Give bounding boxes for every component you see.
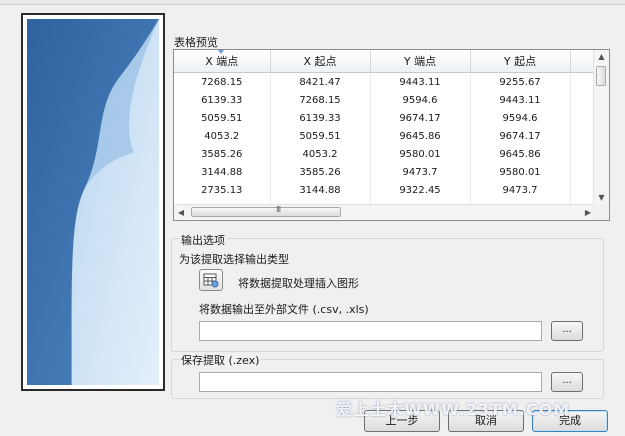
save-extract-browse-button[interactable]: ... [551, 372, 583, 392]
table-cell-spacer [570, 145, 595, 163]
table-cell: 9674.17 [470, 127, 571, 145]
wizard-side-panel [21, 13, 165, 391]
table-cell: 9443.11 [370, 72, 471, 91]
scroll-grip-icon: III [276, 205, 281, 214]
column-header[interactable]: Y 端点 [370, 50, 471, 73]
table-cell: 9580.01 [370, 145, 471, 163]
table-cell-spacer [570, 109, 595, 127]
export-path-field[interactable] [199, 321, 542, 341]
table-cell-spacer [570, 72, 595, 91]
export-browse-button[interactable]: ... [551, 321, 583, 341]
table-cell: 9580.01 [470, 163, 571, 181]
table-cell: 4053.2 [174, 127, 271, 145]
table-cell: 5059.51 [174, 109, 271, 127]
save-extract-path-field[interactable] [199, 372, 542, 392]
insert-table-button[interactable] [199, 269, 223, 291]
table-cell: 9594.6 [370, 91, 471, 109]
table-row[interactable]: 2735.13 3144.88 9322.45 9473.7 [174, 181, 595, 199]
table-row[interactable]: 7268.15 8421.47 9443.11 9255.67 [174, 72, 595, 91]
table-cell: 4053.2 [270, 145, 371, 163]
table-cell: 9473.7 [370, 163, 471, 181]
horizontal-scrollbar[interactable]: ◀ III ▶ [174, 204, 595, 220]
table-cell: 7268.15 [174, 72, 271, 91]
vertical-scroll-thumb[interactable] [596, 66, 606, 86]
table-cell: 6139.33 [270, 109, 371, 127]
table-cell-spacer [570, 127, 595, 145]
table-cell: 9594.6 [470, 109, 571, 127]
table-row[interactable]: 3585.26 4053.2 9580.01 9645.86 [174, 145, 595, 163]
table-cell: 9645.86 [370, 127, 471, 145]
sort-indicator-icon [218, 50, 224, 54]
insert-table-label: 将数据提取处理插入图形 [238, 277, 359, 290]
table-cell: 3144.88 [174, 163, 271, 181]
watermark: 爱上土木WWW.23TM.COM [336, 400, 571, 419]
table-preview-title: 表格预览 [174, 36, 218, 49]
table-cell: 5059.51 [270, 127, 371, 145]
scroll-up-icon[interactable]: ▲ [594, 50, 609, 64]
table-cell: 9645.86 [470, 145, 571, 163]
table-cell: 9443.11 [470, 91, 571, 109]
export-file-label: 将数据输出至外部文件 (.csv, .xls) [199, 303, 369, 316]
table-cell: 2735.13 [174, 181, 271, 199]
page-curl-graphic [27, 19, 159, 385]
table-row[interactable]: 3144.88 3585.26 9473.7 9580.01 [174, 163, 595, 181]
table-cell-spacer [570, 91, 595, 109]
table-row[interactable]: 5059.51 6139.33 9674.17 9594.6 [174, 109, 595, 127]
table-cell: 9255.67 [470, 72, 571, 91]
column-header-spacer [570, 50, 595, 73]
table-cell: 3585.26 [174, 145, 271, 163]
table-cell: 9322.45 [370, 181, 471, 199]
scroll-left-icon[interactable]: ◀ [174, 205, 188, 220]
table-cell: 6139.33 [174, 91, 271, 109]
preview-grid: X 端点 X 起点 Y 端点 Y 起点 7268.15 8421.47 9443.1… [174, 50, 595, 217]
table-row[interactable]: 6139.33 7268.15 9594.6 9443.11 [174, 91, 595, 109]
horizontal-scroll-thumb[interactable]: III [191, 205, 341, 217]
column-header[interactable]: Y 起点 [470, 50, 571, 73]
table-cell: 9473.7 [470, 181, 571, 199]
scrollbar-corner [593, 204, 609, 220]
table-row[interactable]: 4053.2 5059.51 9645.86 9674.17 [174, 127, 595, 145]
output-options-title: 输出选项 [179, 232, 227, 248]
table-insert-icon [203, 273, 219, 288]
scroll-down-icon[interactable]: ▼ [594, 191, 609, 205]
table-cell: 9674.17 [370, 109, 471, 127]
column-header[interactable]: X 端点 [174, 50, 271, 73]
column-header[interactable]: X 起点 [270, 50, 371, 73]
table-cell: 3144.88 [270, 181, 371, 199]
table-preview[interactable]: X 端点 X 起点 Y 端点 Y 起点 7268.15 8421.47 9443.1… [173, 49, 610, 221]
table-cell-spacer [570, 163, 595, 181]
table-cell: 3585.26 [270, 163, 371, 181]
output-type-prompt: 为该提取选择输出类型 [179, 253, 289, 266]
table-cell: 8421.47 [270, 72, 371, 91]
save-extract-title: 保存提取 (.zex) [179, 352, 262, 368]
table-cell-spacer [570, 181, 595, 199]
top-border [0, 0, 625, 5]
header-row: X 端点 X 起点 Y 端点 Y 起点 [174, 50, 595, 73]
table-cell: 7268.15 [270, 91, 371, 109]
vertical-scrollbar[interactable]: ▲ ▼ [593, 50, 609, 205]
